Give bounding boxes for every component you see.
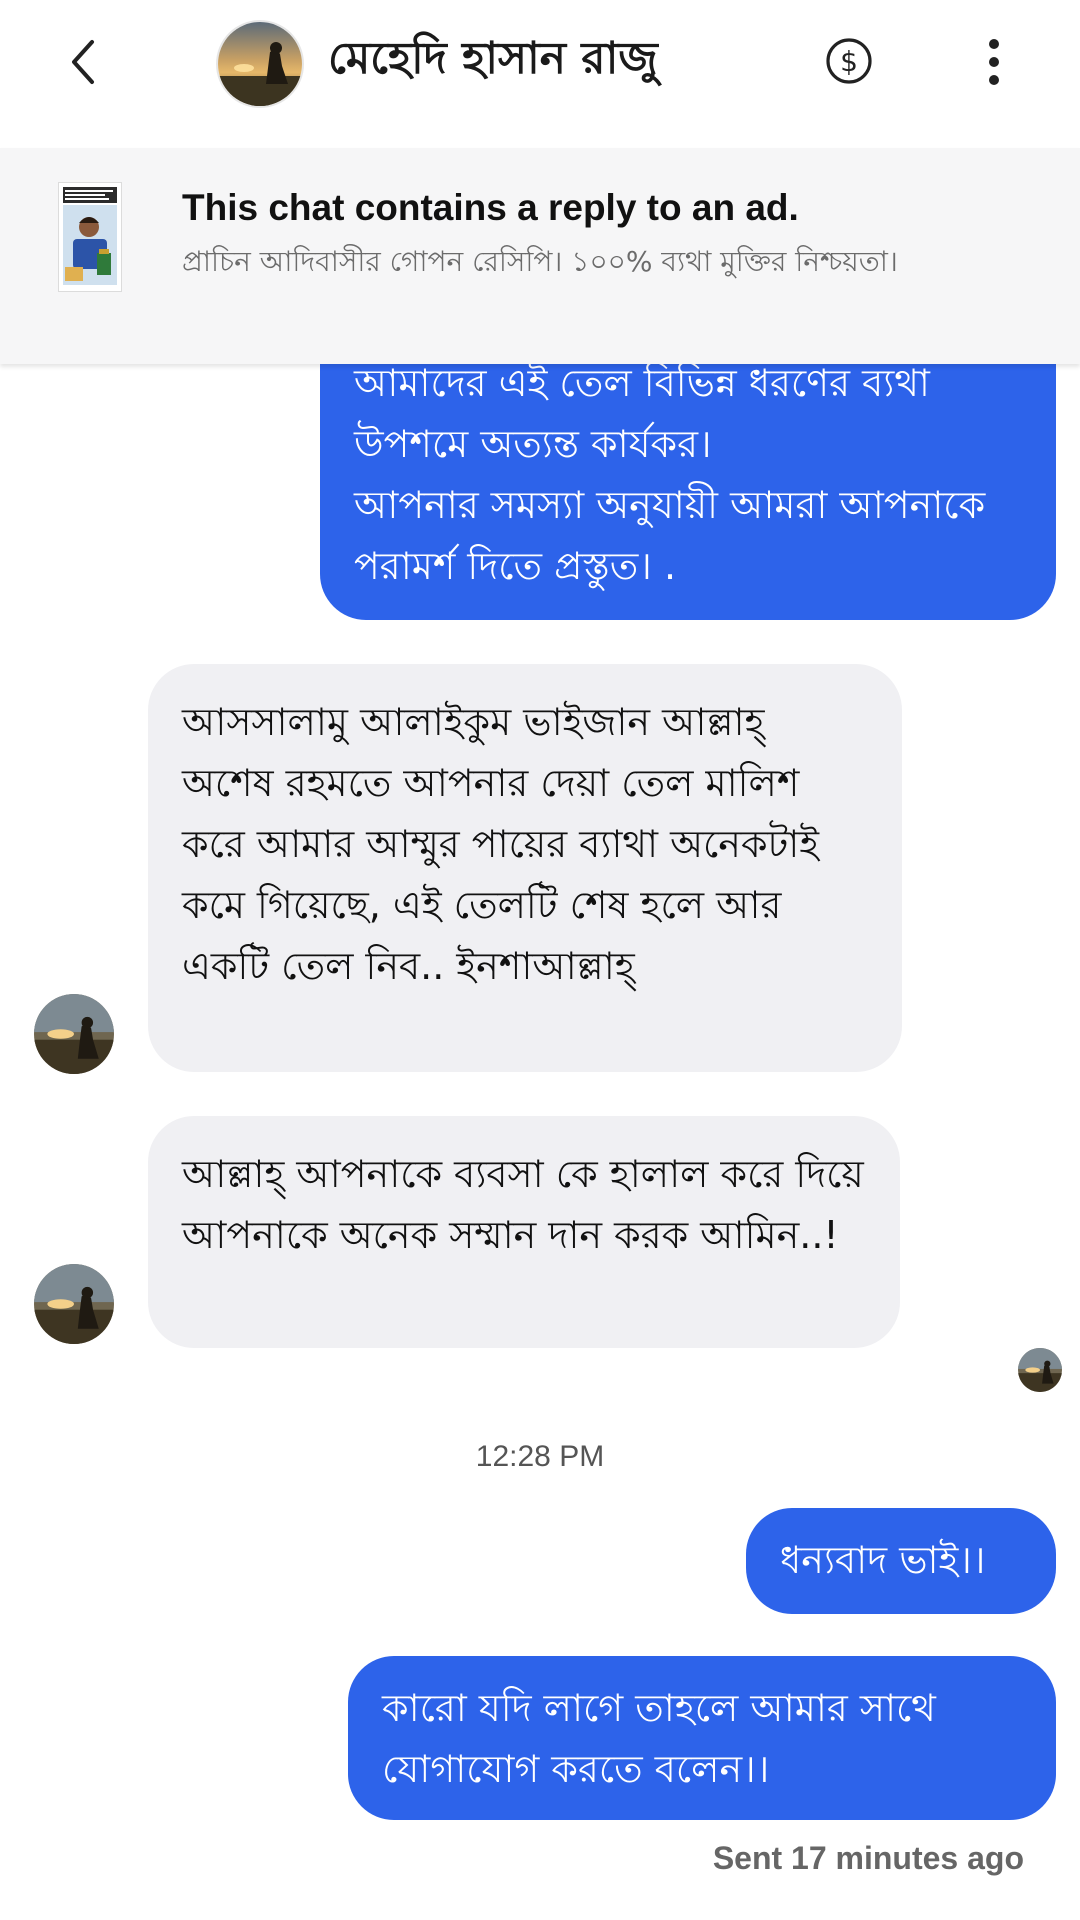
sent-status: Sent 17 minutes ago (712, 1840, 1024, 1876)
ad-reply-banner[interactable]: This chat contains a reply to an ad. প্র… (0, 148, 1080, 364)
message-text: ধন্যবাদ ভাই।। (780, 1538, 986, 1582)
outgoing-message[interactable]: কারো যদি লাগে তাহলে আমার সাথে যোগাযোগ কর… (348, 1656, 1056, 1820)
message-text: আল্লাহ্ আপনাকে ব্যবসা কে হালাল করে দিয়ে… (182, 1152, 864, 1257)
dollar-circle-icon: $ (826, 38, 872, 84)
vertical-dots-icon (989, 39, 999, 85)
chat-header: মেহেদি হাসান রাজু $ (0, 0, 1080, 150)
message-list[interactable]: আমাদের এই তেল বিভিন্ন ধরণের ব্যথা উপশমে … (0, 148, 1080, 1920)
svg-text:$: $ (840, 45, 858, 78)
ad-banner-title: This chat contains a reply to an ad. (182, 187, 799, 228)
payment-button[interactable]: $ (824, 36, 874, 86)
timestamp-divider: 12:28 PM (475, 1440, 605, 1473)
sender-avatar[interactable] (34, 994, 114, 1074)
more-options-button[interactable] (980, 36, 1008, 88)
read-receipt-avatar (1018, 1348, 1062, 1392)
sender-avatar[interactable] (34, 1264, 114, 1344)
message-text: আসসালামু আলাইকুম ভাইজান আল্লাহ্ অশেষ রহম… (182, 700, 820, 988)
chevron-left-icon (72, 40, 94, 84)
ad-banner-description: প্রাচিন আদিবাসীর গোপন রেসিপি। ১০০% ব্যথা… (182, 245, 898, 278)
outgoing-message-text: আমাদের এই তেল বিভিন্ন ধরণের ব্যথা উপশমে … (354, 361, 986, 588)
contact-avatar[interactable] (218, 22, 302, 106)
outgoing-message[interactable]: ধন্যবাদ ভাই।। (746, 1508, 1056, 1614)
incoming-message[interactable]: আসসালামু আলাইকুম ভাইজান আল্লাহ্ অশেষ রহম… (148, 664, 902, 1072)
back-button[interactable] (58, 34, 108, 90)
message-text: কারো যদি লাগে তাহলে আমার সাথে যোগাযোগ কর… (382, 1686, 936, 1791)
ad-thumbnail[interactable] (58, 182, 122, 292)
incoming-message[interactable]: আল্লাহ্ আপনাকে ব্যবসা কে হালাল করে দিয়ে… (148, 1116, 900, 1348)
contact-name[interactable]: মেহেদি হাসান রাজু (328, 28, 658, 90)
